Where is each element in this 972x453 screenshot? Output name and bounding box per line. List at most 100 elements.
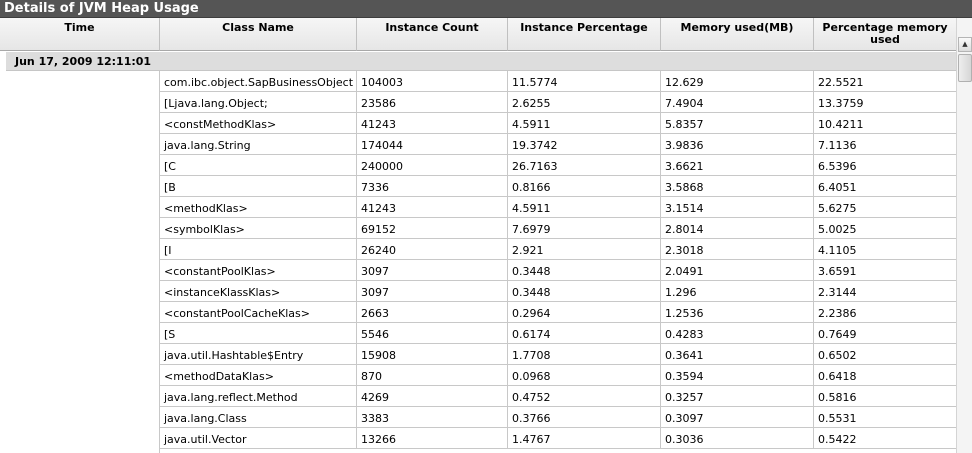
cell-memory-percentage: 5.0025: [818, 223, 857, 236]
cell-memory-used: 3.1514: [661, 197, 814, 217]
window-title: Details of JVM Heap Usage: [0, 0, 972, 18]
cell-instance-count: 69152: [357, 218, 508, 238]
table-row[interactable]: <constMethodKlas> 41243 4.5911 5.8357 10.421…: [160, 113, 956, 134]
cell-class-name: <constantPoolKlas>: [160, 260, 357, 280]
table-row[interactable]: <constantPoolCacheKlas> 2663 0.2964 1.2536 2…: [160, 302, 956, 323]
cell-instance-count: 104003: [357, 71, 508, 91]
cell-memory-used: 3.9836: [661, 134, 814, 154]
cell-instance-count: 13266: [357, 428, 508, 448]
cell-memory-used: 3.5868: [661, 176, 814, 196]
table-row[interactable]: <methodDataKlas> 870 0.0968 0.3594 0.6418: [160, 365, 956, 386]
table-row[interactable]: <constantPoolKlas> 3097 0.3448 2.0491 3.6591: [160, 260, 956, 281]
cell-memory-percentage: 0.6418: [818, 370, 857, 383]
cell-instance-count: 26240: [357, 239, 508, 259]
table-row[interactable]: com.ibc.object.SapBusinessObject 104003 11…: [160, 71, 956, 92]
cell-memory-used: 0.4283: [661, 323, 814, 343]
cell-instance-count: 15908: [357, 344, 508, 364]
cell-memory-percentage: 2.3144: [818, 286, 857, 299]
table-row[interactable]: [S 5546 0.6174 0.4283 0.7649: [160, 323, 956, 344]
cell-instance-percentage: 0.0968: [508, 365, 661, 385]
cell-class-name: <methodKlas>: [160, 197, 357, 217]
cell-instance-percentage: 0.3766: [508, 407, 661, 427]
cell-class-name: java.lang.reflect.Method: [160, 386, 357, 406]
cell-memory-used: 12.629: [661, 71, 814, 91]
cell-memory-used: 2.0491: [661, 260, 814, 280]
cell-memory-used: 0.3097: [661, 407, 814, 427]
cell-instance-percentage: 0.6174: [508, 323, 661, 343]
heap-usage-table: Time Class Name Instance Count Instance …: [0, 18, 956, 453]
cell-instance-count: 23586: [357, 92, 508, 112]
cell-class-name: [C: [160, 155, 357, 175]
cell-memory-used: 1.296: [661, 281, 814, 301]
cell-instance-percentage: 0.3448: [508, 260, 661, 280]
table-body: com.ibc.object.SapBusinessObject 104003 11…: [160, 71, 956, 449]
cell-class-name: [B: [160, 176, 357, 196]
cell-memory-percentage: 7.1136: [818, 139, 857, 152]
cell-instance-count: 41243: [357, 197, 508, 217]
column-header-class-name[interactable]: Class Name: [160, 18, 357, 51]
cell-class-name: java.lang.Class: [160, 407, 357, 427]
cell-instance-percentage: 4.5911: [508, 197, 661, 217]
cell-class-name: java.util.Hashtable$Entry: [160, 344, 357, 364]
cell-class-name: <symbolKlas>: [160, 218, 357, 238]
table-row[interactable]: <methodKlas> 41243 4.5911 3.1514 5.6275: [160, 197, 956, 218]
cell-memory-percentage: 0.6502: [818, 349, 857, 362]
cell-instance-percentage: 11.5774: [508, 71, 661, 91]
arrow-up-icon[interactable]: ▲: [958, 37, 972, 52]
cell-instance-percentage: 26.7163: [508, 155, 661, 175]
table-row[interactable]: java.util.Hashtable$Entry 15908 1.7708 0.36…: [160, 344, 956, 365]
cell-class-name: java.lang.String: [160, 134, 357, 154]
table-row[interactable]: java.lang.String 174044 19.3742 3.9836 7.113…: [160, 134, 956, 155]
vertical-scrollbar[interactable]: ▲: [956, 18, 972, 453]
cell-instance-percentage: 2.921: [508, 239, 661, 259]
cell-instance-percentage: 0.4752: [508, 386, 661, 406]
cell-class-name: <instanceKlassKlas>: [160, 281, 357, 301]
column-header-time[interactable]: Time: [0, 18, 160, 51]
cell-instance-count: 870: [357, 365, 508, 385]
cell-memory-used: 0.3641: [661, 344, 814, 364]
cell-instance-count: 2663: [357, 302, 508, 322]
cell-class-name: [S: [160, 323, 357, 343]
cell-instance-percentage: 1.4767: [508, 428, 661, 448]
cell-class-name: java.util.Vector: [160, 428, 357, 448]
cell-memory-percentage: 2.2386: [818, 307, 857, 320]
table-row[interactable]: [C 240000 26.7163 3.6621 6.5396: [160, 155, 956, 176]
table-row[interactable]: java.lang.Class 3383 0.3766 0.3097 0.5531: [160, 407, 956, 428]
cell-instance-count: 3097: [357, 260, 508, 280]
cell-memory-percentage: 0.5531: [818, 412, 857, 425]
table-header: Time Class Name Instance Count Instance …: [0, 18, 956, 51]
group-time-label: Jun 17, 2009 12:11:01: [15, 55, 152, 68]
cell-memory-used: 7.4904: [661, 92, 814, 112]
column-header-memory-percentage[interactable]: Percentage memory used: [814, 18, 956, 51]
table-row[interactable]: <instanceKlassKlas> 3097 0.3448 1.296 2.3144: [160, 281, 956, 302]
cell-memory-percentage: 6.4051: [818, 181, 857, 194]
cell-instance-count: 4269: [357, 386, 508, 406]
cell-memory-used: 1.2536: [661, 302, 814, 322]
column-header-memory-used[interactable]: Memory used(MB): [661, 18, 814, 51]
cell-memory-percentage: 4.1105: [818, 244, 857, 257]
table-row[interactable]: <symbolKlas> 69152 7.6979 2.8014 5.0025: [160, 218, 956, 239]
table-row[interactable]: java.lang.reflect.Method 4269 0.4752 0.3257…: [160, 386, 956, 407]
cell-class-name: [I: [160, 239, 357, 259]
table-row[interactable]: [B 7336 0.8166 3.5868 6.4051: [160, 176, 956, 197]
cell-instance-percentage: 1.7708: [508, 344, 661, 364]
cell-memory-percentage: 0.5422: [818, 433, 857, 446]
table-row[interactable]: java.util.Vector 13266 1.4767 0.3036 0.5422: [160, 428, 956, 449]
column-header-instance-percentage[interactable]: Instance Percentage: [508, 18, 661, 51]
cell-instance-count: 3383: [357, 407, 508, 427]
table-row[interactable]: [Ljava.lang.Object; 23586 2.6255 7.4904 13.3…: [160, 92, 956, 113]
cell-class-name: com.ibc.object.SapBusinessObject: [160, 71, 357, 91]
column-header-instance-count[interactable]: Instance Count: [357, 18, 508, 51]
time-group-row[interactable]: Jun 17, 2009 12:11:01: [6, 52, 956, 71]
cell-instance-count: 41243: [357, 113, 508, 133]
cell-memory-percentage: 10.4211: [818, 118, 864, 131]
cell-class-name: <constMethodKlas>: [160, 113, 357, 133]
cell-instance-percentage: 0.2964: [508, 302, 661, 322]
table-row[interactable]: [I 26240 2.921 2.3018 4.1105: [160, 239, 956, 260]
scrollbar-thumb[interactable]: [958, 54, 972, 82]
cell-instance-count: 174044: [357, 134, 508, 154]
cell-memory-used: 3.6621: [661, 155, 814, 175]
cell-memory-used: 5.8357: [661, 113, 814, 133]
cell-instance-count: 240000: [357, 155, 508, 175]
cell-instance-percentage: 4.5911: [508, 113, 661, 133]
